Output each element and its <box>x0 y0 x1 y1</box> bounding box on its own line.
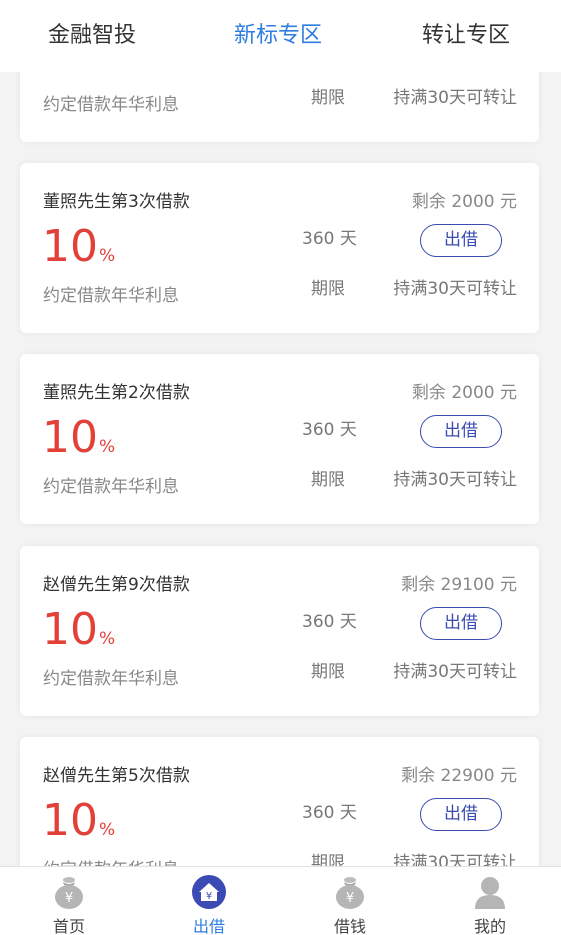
term-label: 期限 <box>311 88 345 108</box>
rate-unit: % <box>99 820 116 840</box>
lend-button[interactable]: 出借 <box>420 607 502 640</box>
rate-unit: % <box>99 437 116 457</box>
transfer-note: 持满30天可转让 <box>393 853 517 866</box>
nav-item-home[interactable]: ¥ 首页 <box>29 873 109 935</box>
tab-smart-invest[interactable]: 金融智投 <box>48 20 136 52</box>
rate-value: 10 <box>42 412 98 463</box>
nav-label: 我的 <box>473 917 506 935</box>
rate-label: 约定借款年华利息 <box>43 669 179 689</box>
term-label: 期限 <box>311 853 345 866</box>
loan-card[interactable]: 董照先生第2次借款 剩余 2000 元 10% 360 天 出借 约定借款年华利… <box>20 354 539 524</box>
house-yen-icon: ¥ <box>192 875 226 909</box>
rate-value: 10 <box>42 795 98 846</box>
loan-term: 360 天 <box>302 229 357 249</box>
app-screen: 金融智投 新标专区 转让专区 约定借款年华利息 期限 持满30天可转让 董照先生… <box>0 0 561 935</box>
nav-label: 借钱 <box>333 917 366 935</box>
loan-list[interactable]: 约定借款年华利息 期限 持满30天可转让 董照先生第3次借款 剩余 2000 元… <box>0 72 561 866</box>
top-tab-bar: 金融智投 新标专区 转让专区 <box>0 0 561 72</box>
loan-title: 董照先生第2次借款 <box>43 383 190 403</box>
rate-label: 约定借款年华利息 <box>43 477 179 497</box>
remaining-amount: 剩余 2000 元 <box>411 192 517 212</box>
loan-card[interactable]: 赵僧先生第5次借款 剩余 22900 元 10% 360 天 出借 约定借款年华… <box>20 737 539 866</box>
rate-label: 约定借款年华利息 <box>43 855 179 866</box>
loan-term: 360 天 <box>302 420 357 440</box>
loan-title: 赵僧先生第9次借款 <box>43 575 190 595</box>
loan-card-partial[interactable]: 约定借款年华利息 期限 持满30天可转让 <box>20 72 539 142</box>
interest-rate: 10% <box>42 795 115 847</box>
rate-unit: % <box>99 246 116 266</box>
user-icon <box>475 877 505 909</box>
lend-button[interactable]: 出借 <box>420 798 502 831</box>
loan-title: 董照先生第3次借款 <box>43 192 190 212</box>
transfer-note: 持满30天可转让 <box>393 662 517 682</box>
remaining-amount: 剩余 29100 元 <box>401 575 517 595</box>
transfer-note: 持满30天可转让 <box>393 88 517 108</box>
loan-card[interactable]: 董照先生第3次借款 剩余 2000 元 10% 360 天 出借 约定借款年华利… <box>20 163 539 333</box>
interest-rate: 10% <box>42 221 115 273</box>
nav-label: 首页 <box>52 917 85 935</box>
nav-label: 出借 <box>192 917 225 935</box>
tab-transfer-zone[interactable]: 转让专区 <box>422 20 510 52</box>
rate-value: 10 <box>42 221 98 272</box>
nav-item-borrow[interactable]: ¥ 借钱 <box>310 873 390 935</box>
loan-term: 360 天 <box>302 612 357 632</box>
lend-button[interactable]: 出借 <box>420 415 502 448</box>
nav-item-lend[interactable]: ¥ 出借 <box>169 873 249 935</box>
remaining-amount: 剩余 2000 元 <box>411 383 517 403</box>
svg-text:¥: ¥ <box>346 891 354 906</box>
svg-text:¥: ¥ <box>65 891 73 906</box>
lend-button[interactable]: 出借 <box>420 224 502 257</box>
loan-title: 赵僧先生第5次借款 <box>43 766 190 786</box>
money-bag-icon: ¥ <box>55 877 83 909</box>
rate-unit: % <box>99 629 116 649</box>
rate-label: 约定借款年华利息 <box>43 286 179 306</box>
term-label: 期限 <box>311 279 345 299</box>
nav-item-mine[interactable]: 我的 <box>450 873 530 935</box>
remaining-amount: 剩余 22900 元 <box>401 766 517 786</box>
rate-label: 约定借款年华利息 <box>43 95 179 115</box>
bottom-nav-bar: ¥ 首页 ¥ 出借 ¥ 借钱 我的 <box>0 866 561 935</box>
tab-new-loans[interactable]: 新标专区 <box>234 20 322 52</box>
interest-rate: 10% <box>42 604 115 656</box>
rate-value: 10 <box>42 604 98 655</box>
loan-card[interactable]: 赵僧先生第9次借款 剩余 29100 元 10% 360 天 出借 约定借款年华… <box>20 546 539 716</box>
interest-rate: 10% <box>42 412 115 464</box>
term-label: 期限 <box>311 662 345 682</box>
term-label: 期限 <box>311 470 345 490</box>
svg-text:¥: ¥ <box>206 891 212 902</box>
loan-term: 360 天 <box>302 803 357 823</box>
transfer-note: 持满30天可转让 <box>393 279 517 299</box>
transfer-note: 持满30天可转让 <box>393 470 517 490</box>
money-bag-icon: ¥ <box>336 877 364 909</box>
